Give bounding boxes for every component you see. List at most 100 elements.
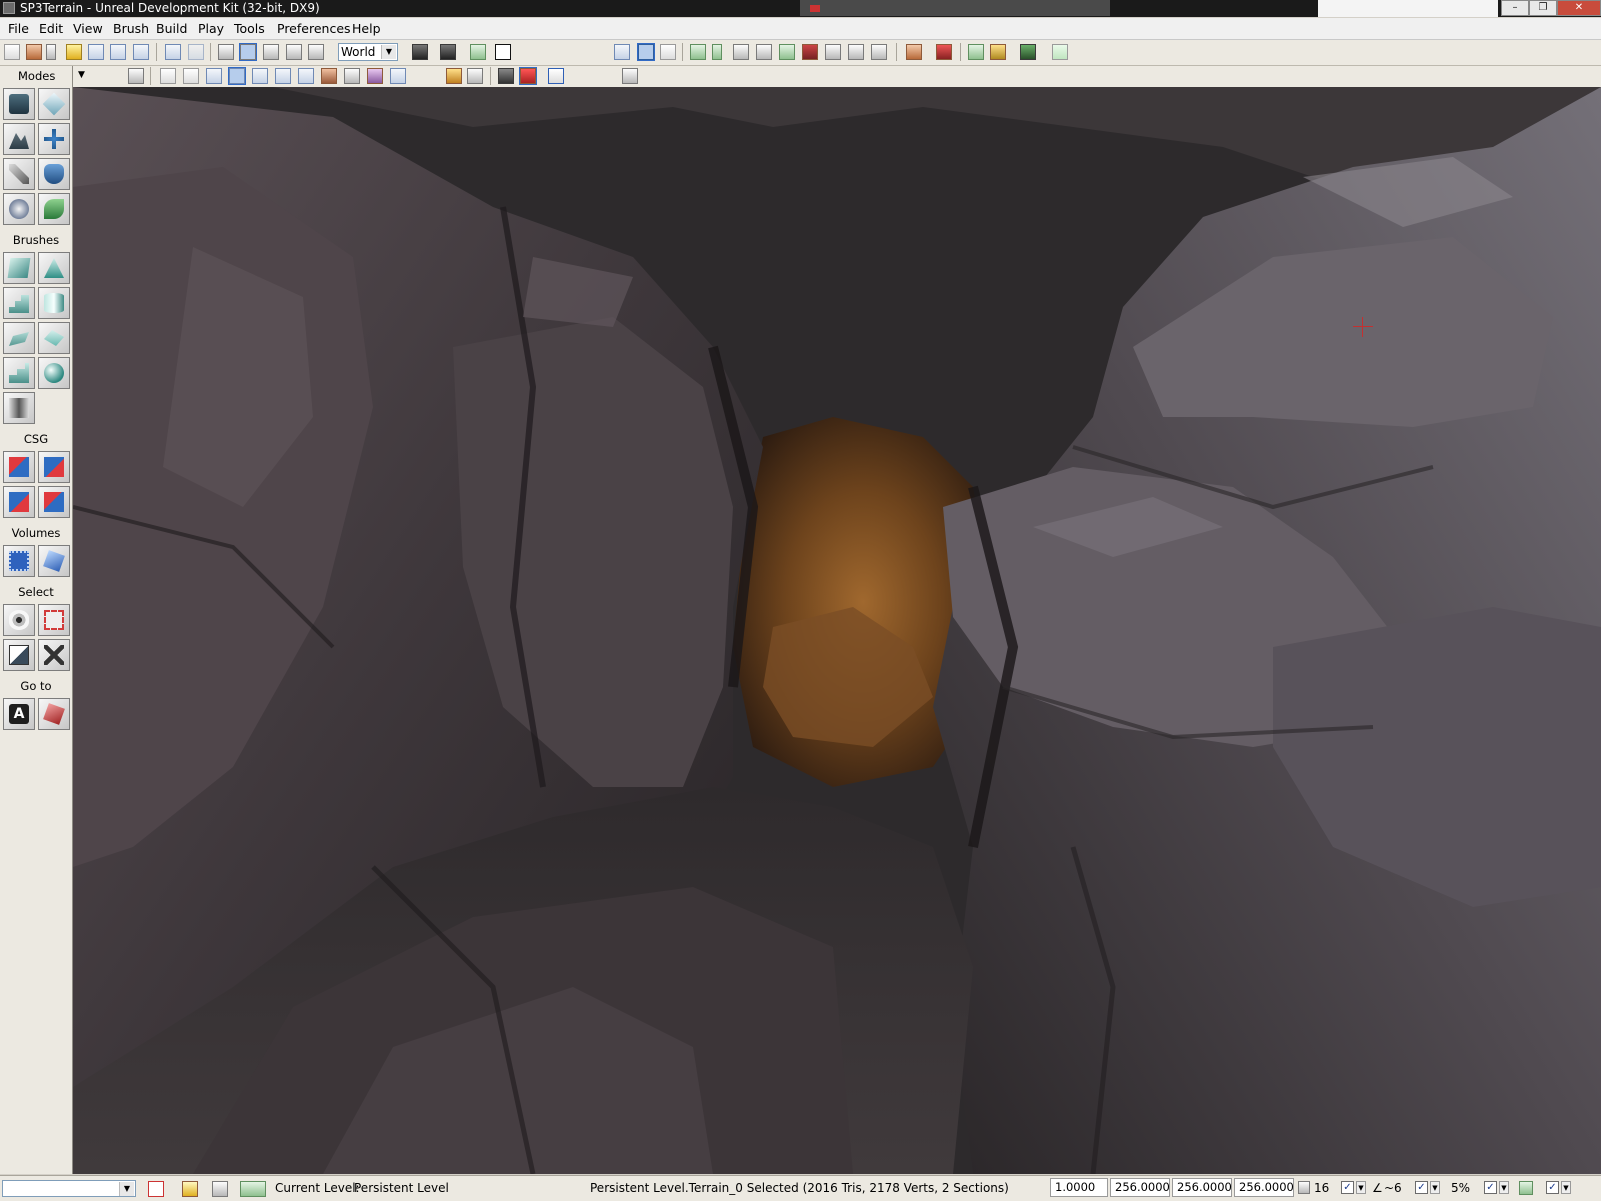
scale-nonuniform-icon[interactable] — [308, 44, 324, 60]
favorites-star-icon[interactable] — [66, 44, 82, 60]
foliage-mode-button[interactable] — [38, 193, 70, 225]
light-complexity-icon[interactable] — [298, 68, 314, 84]
vertex-snap-checkbox[interactable]: ✓ — [1546, 1181, 1559, 1194]
build-all-icon[interactable] — [779, 44, 795, 60]
show-all-button[interactable] — [38, 639, 70, 671]
play-kismet-icon[interactable] — [1052, 44, 1068, 60]
save-level-icon[interactable] — [133, 44, 149, 60]
curved-stair-brush-button[interactable] — [3, 287, 35, 319]
cone-brush-button[interactable] — [38, 252, 70, 284]
menu-play[interactable]: Play — [198, 21, 224, 36]
sphere-brush-button[interactable] — [38, 357, 70, 389]
build-map-icon[interactable] — [802, 44, 818, 60]
chevron-down-icon[interactable]: ▼ — [78, 70, 85, 80]
stop-icon[interactable] — [148, 1181, 164, 1197]
menu-view[interactable]: View — [73, 21, 103, 36]
cook-icon[interactable] — [936, 44, 952, 60]
material-icon[interactable] — [906, 44, 922, 60]
rotation-snap-checkbox[interactable]: ✓ — [1415, 1181, 1428, 1194]
lighting-only-icon[interactable] — [275, 68, 291, 84]
maximize-viewport-icon[interactable] — [622, 68, 638, 84]
chevron-down-icon[interactable]: ▼ — [1499, 1181, 1509, 1194]
menu-edit[interactable]: Edit — [39, 21, 63, 36]
build-geometry-icon[interactable] — [690, 44, 706, 60]
goto-builder-brush-button[interactable] — [38, 698, 70, 730]
sheet-brush-button[interactable] — [38, 322, 70, 354]
camera-actor-icon[interactable] — [498, 68, 514, 84]
reflections-icon[interactable] — [390, 68, 406, 84]
monitor-icon[interactable] — [1020, 44, 1036, 60]
show-selected-button[interactable] — [3, 604, 35, 636]
command-line-combo[interactable]: ▼ — [2, 1180, 136, 1197]
add-special-volume-button[interactable] — [38, 545, 70, 577]
drag-grid-field[interactable]: 1.0000 — [1050, 1178, 1108, 1197]
cylinder-brush-button[interactable] — [38, 287, 70, 319]
mesh-paint-button[interactable] — [38, 158, 70, 190]
select-arrow-icon[interactable] — [218, 44, 234, 60]
package-icon[interactable] — [990, 44, 1006, 60]
maximize-button[interactable]: ❐ — [1529, 0, 1557, 16]
csg-subtract-button[interactable] — [38, 451, 70, 483]
undo-icon[interactable] — [165, 44, 181, 60]
rotate-icon[interactable] — [263, 44, 279, 60]
invert-selection-button[interactable] — [3, 639, 35, 671]
unlit-icon[interactable] — [206, 68, 222, 84]
lock-icon[interactable] — [446, 68, 462, 84]
lightmap-density-icon[interactable] — [367, 68, 383, 84]
csg-add-button[interactable] — [3, 451, 35, 483]
wireframe-icon[interactable] — [183, 68, 199, 84]
detail-lighting-icon[interactable] — [252, 68, 268, 84]
csg-intersect-button[interactable] — [3, 486, 35, 518]
open-folder-icon[interactable] — [26, 44, 42, 60]
stats-icon[interactable] — [848, 44, 864, 60]
save-icon[interactable] — [88, 44, 104, 60]
scale-y-field[interactable]: 256.0000 — [1172, 1178, 1232, 1197]
camera-mode-button[interactable] — [3, 88, 35, 120]
kismet-icon[interactable] — [440, 44, 456, 60]
save-all-icon[interactable] — [110, 44, 126, 60]
open-kismet-icon[interactable] — [470, 44, 486, 60]
spiral-stair-brush-button[interactable] — [3, 357, 35, 389]
scale-icon[interactable] — [286, 44, 302, 60]
landscape-mode-button[interactable] — [3, 193, 35, 225]
build-lighting-icon[interactable] — [712, 44, 722, 60]
light-bulb-icon[interactable] — [182, 1181, 198, 1197]
grid-snap-checkbox[interactable]: ✓ — [1341, 1181, 1354, 1194]
matinee-icon[interactable] — [495, 44, 511, 60]
translate-icon[interactable] — [239, 43, 257, 61]
build-cover-icon[interactable] — [756, 44, 772, 60]
goto-actor-button[interactable]: A — [3, 698, 35, 730]
lit-icon[interactable] — [228, 67, 246, 85]
terrain-mode-button[interactable] — [3, 123, 35, 155]
redo-icon[interactable] — [188, 44, 204, 60]
linear-stair-brush-button[interactable] — [3, 322, 35, 354]
menu-file[interactable]: File — [8, 21, 29, 36]
menu-brush[interactable]: Brush — [113, 21, 149, 36]
minimize-button[interactable]: – — [1501, 0, 1529, 16]
menu-tools[interactable]: Tools — [234, 21, 265, 36]
move-mode-button[interactable] — [38, 123, 70, 155]
pie-viewport-icon[interactable] — [519, 67, 537, 85]
star-bookmark-icon[interactable] — [660, 44, 676, 60]
cube-brush-button[interactable] — [3, 252, 35, 284]
csg-deintersect-button[interactable] — [38, 486, 70, 518]
bulb-icon[interactable] — [871, 44, 887, 60]
console-icon[interactable] — [968, 44, 984, 60]
menu-preferences[interactable]: Preferences — [277, 21, 351, 36]
chevron-down-icon[interactable]: ▼ — [1561, 1181, 1571, 1194]
new-file-icon[interactable] — [4, 44, 20, 60]
brush-wireframe-icon[interactable] — [160, 68, 176, 84]
volumetric-brush-button[interactable] — [3, 392, 35, 424]
autosave-icon[interactable] — [1519, 1181, 1533, 1195]
menu-build[interactable]: Build — [156, 21, 187, 36]
chevron-down-icon[interactable]: ▼ — [1356, 1181, 1366, 1194]
find-binoculars-icon[interactable] — [412, 44, 428, 60]
viewport-frame-icon[interactable] — [548, 68, 564, 84]
recent-dropdown-icon[interactable] — [46, 44, 56, 60]
columns-icon[interactable] — [212, 1181, 228, 1197]
world-view-icon[interactable] — [637, 43, 655, 61]
coordinate-system-select[interactable]: World ▼ — [338, 43, 398, 61]
chevron-down-icon[interactable]: ▼ — [1430, 1181, 1440, 1194]
scale-snap-checkbox[interactable]: ✓ — [1484, 1181, 1497, 1194]
close-button[interactable]: ✕ — [1557, 0, 1601, 16]
